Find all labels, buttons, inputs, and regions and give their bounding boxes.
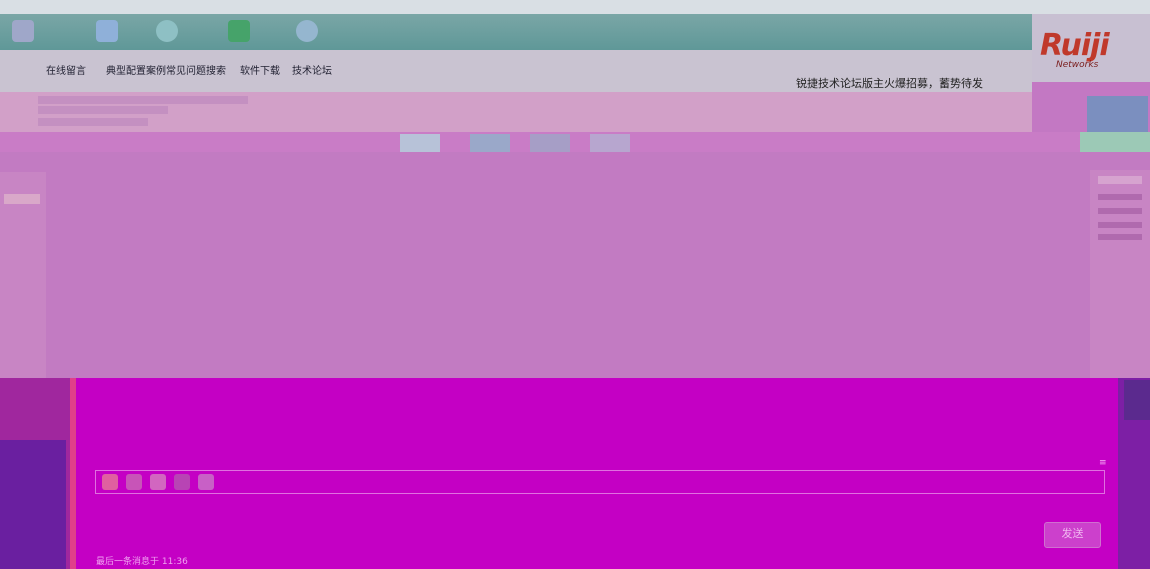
thumbnail bbox=[470, 134, 510, 152]
info-line-2 bbox=[38, 106, 168, 114]
thumbnail bbox=[530, 134, 570, 152]
download-icon bbox=[228, 20, 250, 42]
side-strip bbox=[1080, 132, 1150, 152]
logo-subtitle: Networks bbox=[1056, 60, 1099, 70]
info-line-3 bbox=[38, 118, 148, 126]
collapse-icon[interactable]: ≡ bbox=[1099, 458, 1109, 468]
divider bbox=[70, 378, 76, 569]
screenshot-icon[interactable] bbox=[174, 474, 190, 490]
nav-item-tech-forum[interactable]: 技术论坛 bbox=[292, 62, 332, 77]
globe-icon bbox=[156, 20, 178, 42]
left-panel-dark bbox=[0, 440, 66, 569]
logo-text: Ruiji bbox=[1040, 28, 1110, 63]
nav-item-faq-search[interactable]: 常见问题搜索 bbox=[166, 62, 226, 77]
announcement-text[interactable]: 锐捷技术论坛版主火爆招募，蓄势待发 bbox=[796, 75, 983, 91]
sidebar-header bbox=[4, 194, 40, 204]
nav-item-software-download[interactable]: 软件下载 bbox=[240, 62, 280, 77]
logo: Ruiji Networks bbox=[1032, 14, 1150, 82]
right-sidebar bbox=[1090, 170, 1150, 378]
sidebar-line bbox=[1098, 208, 1142, 214]
sidebar-line bbox=[1098, 234, 1142, 240]
left-sidebar bbox=[0, 172, 46, 378]
message-input[interactable] bbox=[95, 494, 1105, 544]
font-icon[interactable] bbox=[102, 474, 118, 490]
file-icon[interactable] bbox=[198, 474, 214, 490]
nav-item-online-message[interactable]: 在线留言 bbox=[46, 62, 86, 77]
thumbnail bbox=[590, 134, 630, 152]
sidebar-header bbox=[1098, 176, 1142, 184]
nav-item-config-cases[interactable]: 典型配置案例 bbox=[106, 62, 166, 77]
format-toolbar bbox=[95, 470, 1105, 494]
avatar bbox=[1124, 380, 1150, 420]
image-icon[interactable] bbox=[150, 474, 166, 490]
app-icon bbox=[12, 20, 34, 42]
info-panel bbox=[0, 92, 1032, 132]
side-image bbox=[1087, 96, 1148, 132]
thumbnail bbox=[400, 134, 440, 152]
chat-history bbox=[0, 152, 1150, 378]
top-banner bbox=[0, 14, 1032, 50]
info-line-1 bbox=[38, 96, 248, 104]
emoji-icon[interactable] bbox=[126, 474, 142, 490]
sidebar-line bbox=[1098, 222, 1142, 228]
users-icon bbox=[296, 20, 318, 42]
document-icon bbox=[96, 20, 118, 42]
title-strip bbox=[0, 0, 1150, 14]
send-button[interactable]: 发送 bbox=[1044, 522, 1101, 548]
last-message-time: 最后一条消息于 11:36 bbox=[96, 557, 188, 567]
nav-bar: 在线留言 典型配置案例 常见问题搜索 软件下载 技术论坛 锐捷技术论坛版主火爆招… bbox=[0, 50, 1032, 92]
sidebar-line bbox=[1098, 194, 1142, 200]
